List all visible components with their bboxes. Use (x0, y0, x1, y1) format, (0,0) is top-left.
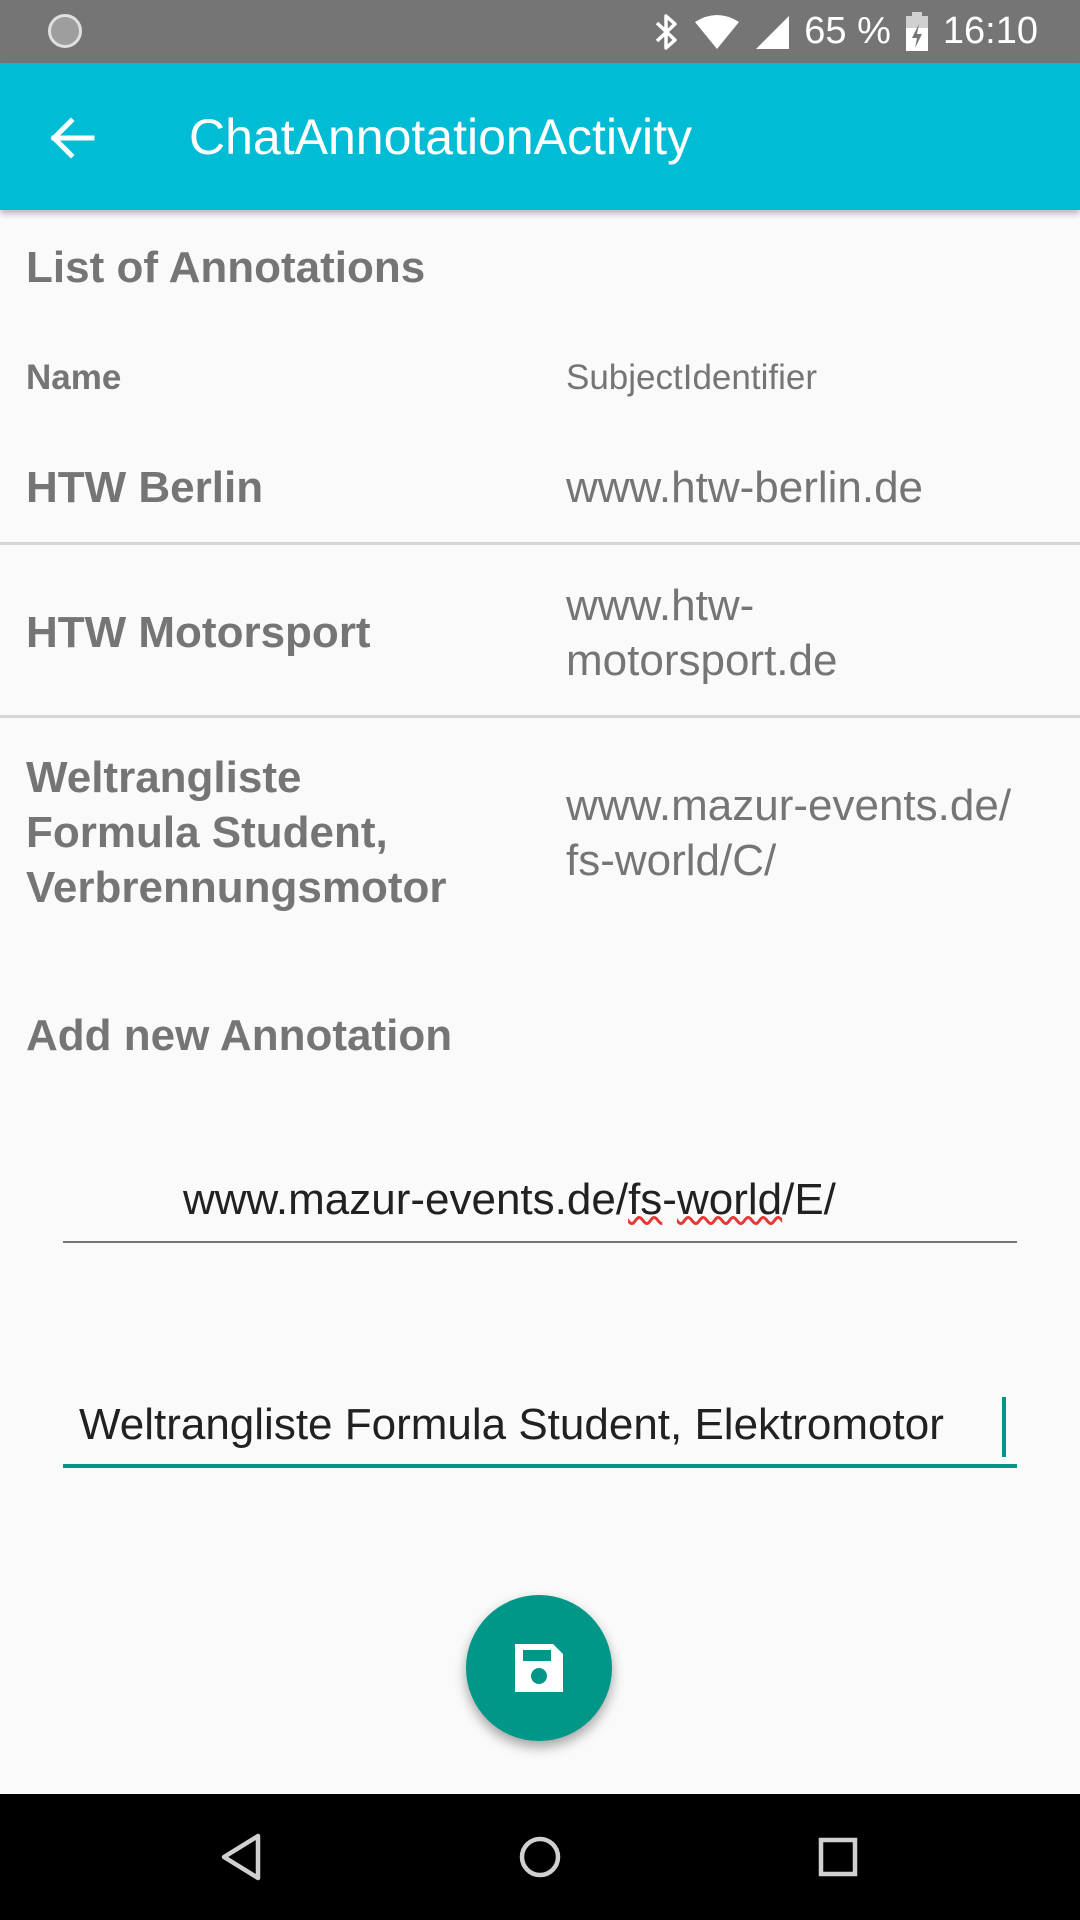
save-icon (515, 1644, 563, 1692)
app-bar: ChatAnnotationActivity (0, 63, 1080, 210)
annotation-name-line: Formula Student, (26, 808, 388, 857)
home-circle-icon[interactable] (505, 1822, 575, 1892)
status-bar: 65 % 16:10 (0, 0, 1080, 63)
annotation-subject-line: motorsport.de (566, 636, 838, 685)
signal-icon (756, 15, 790, 49)
navigation-bar (0, 1794, 1080, 1920)
wifi-icon (695, 14, 740, 49)
back-triangle-icon[interactable] (206, 1822, 276, 1892)
back-arrow-icon[interactable] (38, 103, 108, 173)
annotation-name: HTW Berlin (26, 463, 264, 512)
loading-icon (48, 14, 82, 48)
column-header-name: Name (26, 358, 122, 397)
annotation-name-line: Weltrangliste (26, 753, 302, 802)
status-icons: 65 % 16:10 (654, 0, 1038, 63)
input-underline (63, 1241, 1017, 1243)
text-cursor (1002, 1397, 1006, 1457)
misspelled-word: fs (628, 1175, 663, 1224)
annotation-subject-line: www.htw- (566, 581, 755, 630)
list-item[interactable]: HTW Berlin www.htw-berlin.de (0, 460, 1080, 544)
misspelled-word: world (676, 1175, 783, 1224)
input-underline-focused (63, 1464, 1017, 1468)
list-section-title: List of Annotations (26, 243, 426, 292)
annotation-subject: www.htw-berlin.de (566, 463, 924, 512)
recents-square-icon[interactable] (803, 1822, 873, 1892)
column-header-subject: SubjectIdentifier (566, 358, 817, 397)
list-item[interactable]: HTW Motorsport www.htw- motorsport.de (0, 545, 1080, 715)
annotation-name: Weltrangliste Formula Student, Verbrennu… (26, 750, 447, 915)
battery-icon (905, 11, 928, 51)
annotation-subject: www.htw- motorsport.de (566, 578, 1066, 688)
input-text-segment: - (662, 1175, 677, 1224)
annotation-subject: www.mazur-events.de/ fs-world/C/ (566, 778, 1066, 888)
input-text-segment: /E/ (782, 1175, 836, 1224)
annotation-name: HTW Motorsport (26, 608, 371, 657)
save-button[interactable] (466, 1595, 612, 1741)
battery-percent: 65 % (804, 10, 891, 52)
annotation-name-value: Weltrangliste Formula Student, Elektromo… (79, 1400, 944, 1449)
annotation-subject-line: fs-world/C/ (566, 836, 777, 885)
annotation-subject-line: www.mazur-events.de/ (566, 781, 1012, 830)
subject-identifier-input[interactable]: www.mazur-events.de/fs-world/E/ (63, 1175, 1017, 1245)
input-text-segment: www.mazur-events.de/ (183, 1175, 629, 1224)
subject-identifier-value: www.mazur-events.de/fs-world/E/ (183, 1175, 836, 1225)
bluetooth-icon (656, 13, 678, 50)
annotation-name-input[interactable]: Weltrangliste Formula Student, Elektromo… (63, 1397, 1017, 1470)
annotation-name-line: Verbrennungsmotor (26, 863, 447, 912)
list-item[interactable]: Weltrangliste Formula Student, Verbrennu… (0, 718, 1080, 938)
app-title: ChatAnnotationActivity (189, 109, 693, 165)
add-section-title: Add new Annotation (26, 1011, 453, 1060)
clock: 16:10 (942, 10, 1038, 52)
